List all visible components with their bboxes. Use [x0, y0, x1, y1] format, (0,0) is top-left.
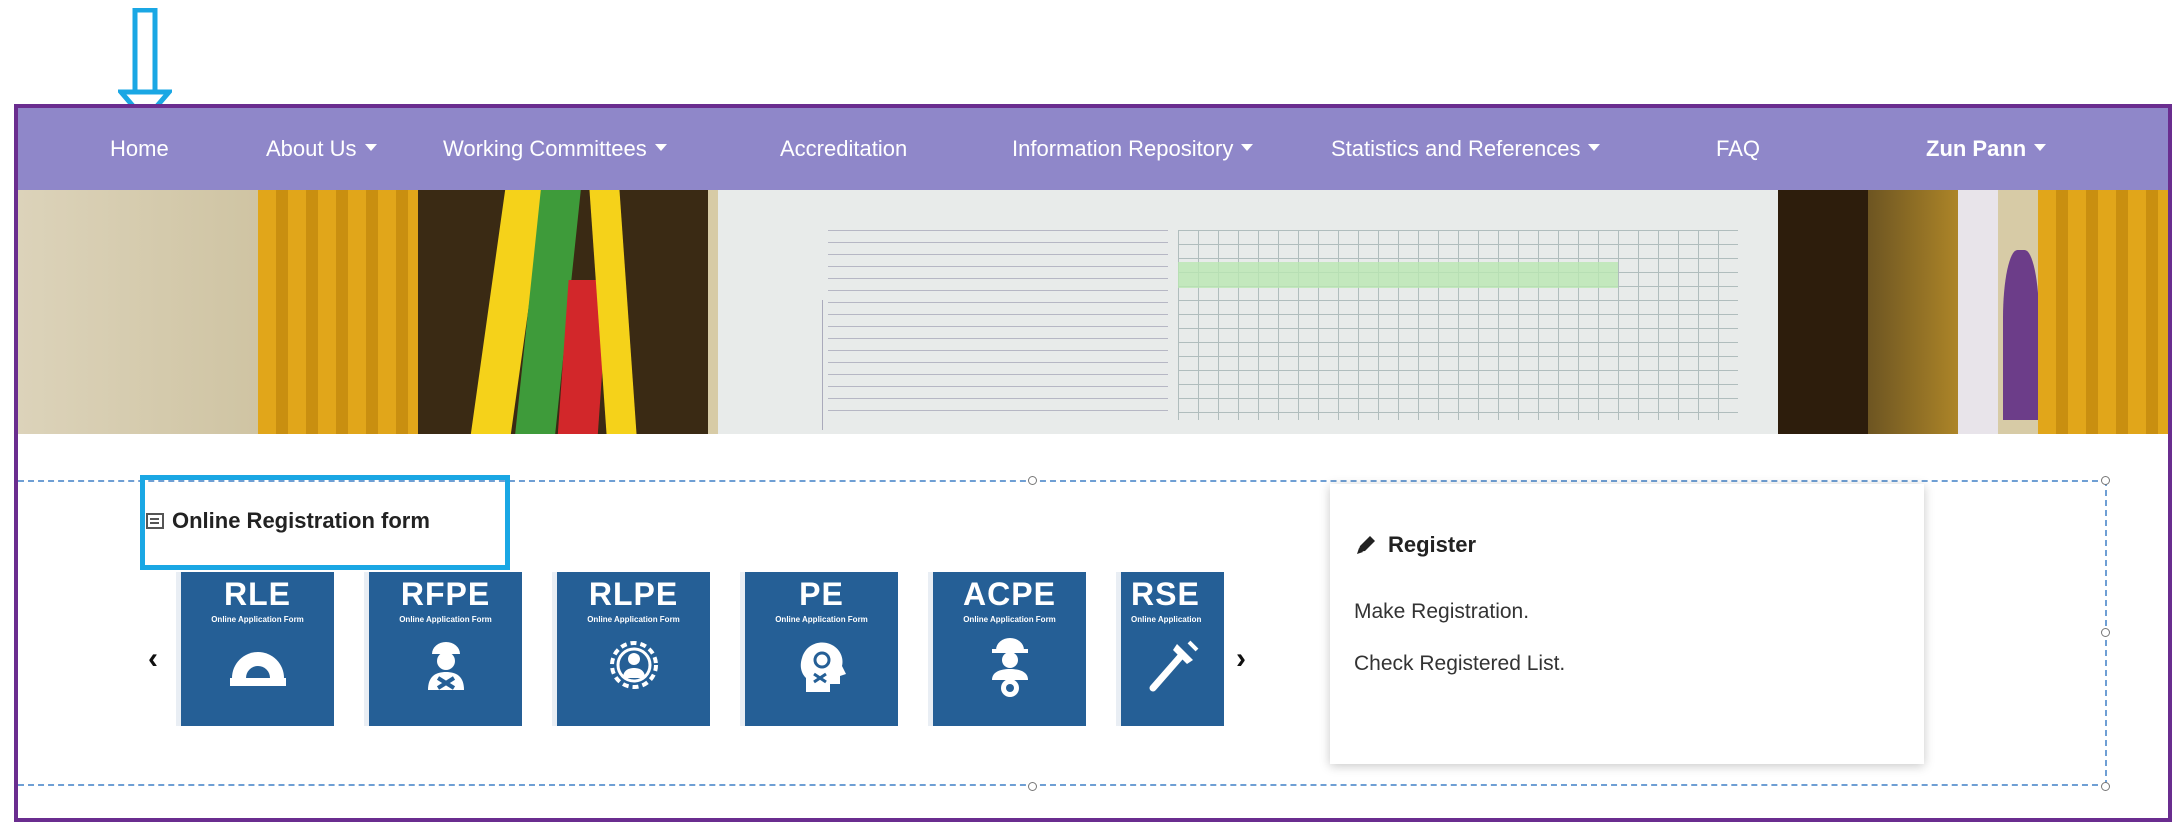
- caret-down-icon: [1588, 143, 1601, 151]
- banner-curtain-right: [2038, 190, 2168, 434]
- nav-working-committees[interactable]: Working Committees: [443, 108, 667, 190]
- nav-accreditation-label: Accreditation: [780, 136, 908, 161]
- annotation-highlight-box: [140, 475, 510, 570]
- card-abbr: PE: [799, 576, 844, 612]
- nav-statistics-label: Statistics and References: [1331, 136, 1581, 161]
- card-abbr: RSE: [1131, 576, 1200, 612]
- card-rlpe[interactable]: RLPE Online Application Form: [552, 572, 710, 726]
- flag-white: [1958, 190, 1998, 434]
- head-gears-icon: [800, 642, 846, 692]
- page-frame: Home About Us Working Committees Accredi…: [14, 104, 2172, 822]
- banner-table-text: [828, 230, 1168, 420]
- register-panel-heading: Register: [1354, 532, 1476, 558]
- resize-handle[interactable]: [1028, 476, 1037, 485]
- card-subtitle: Online Application Form: [211, 615, 304, 624]
- hardhat-worker-icon: [991, 638, 1028, 697]
- card-acpe[interactable]: ACPE Online Application Form: [928, 572, 1086, 726]
- carousel-prev-button[interactable]: ‹: [148, 642, 158, 676]
- pencil-icon: [1357, 536, 1375, 554]
- gear-person-icon: [609, 641, 658, 689]
- card-rle[interactable]: RLE Online Application Form: [176, 572, 334, 726]
- nav-home[interactable]: Home: [110, 108, 169, 190]
- chevron-left-icon: ‹: [148, 642, 158, 675]
- nav-committees-label: Working Committees: [443, 136, 647, 161]
- nav-repository-label: Information Repository: [1012, 136, 1234, 161]
- engineer-tools-icon: [427, 642, 464, 690]
- card-abbr: ACPE: [963, 576, 1056, 612]
- nav-faq[interactable]: FAQ: [1716, 108, 1760, 190]
- card-rse[interactable]: RSE Online Application: [1116, 572, 1224, 726]
- card-subtitle: Online Application Form: [775, 615, 868, 624]
- nav-statistics-references[interactable]: Statistics and References: [1331, 108, 1601, 190]
- hero-banner: [18, 190, 2168, 434]
- nav-home-label: Home: [110, 136, 169, 161]
- resize-handle[interactable]: [2101, 476, 2110, 485]
- banner-table-left: [742, 300, 823, 430]
- check-registered-list-link[interactable]: Check Registered List.: [1354, 652, 1565, 676]
- card-pe[interactable]: PE Online Application Form: [740, 572, 898, 726]
- card-abbr: RFPE: [400, 576, 491, 612]
- caret-down-icon: [654, 143, 667, 151]
- banner-curtain-left: [258, 190, 418, 434]
- nav-faq-label: FAQ: [1716, 136, 1761, 161]
- nav-information-repository[interactable]: Information Repository: [1012, 108, 1254, 190]
- nav-user-menu[interactable]: Zun Pann: [1926, 108, 2047, 190]
- banner-projection-screen: [718, 190, 1778, 434]
- main-navbar: Home About Us Working Committees Accredi…: [18, 108, 2168, 190]
- card-abbr: RLE: [224, 576, 291, 612]
- register-panel-title: Register: [1388, 532, 1477, 557]
- banner-stage-right: [1778, 190, 1868, 434]
- resize-handle[interactable]: [2101, 782, 2110, 791]
- card-subtitle: Online Application Form: [399, 615, 492, 624]
- nav-user-label: Zun Pann: [1926, 136, 2027, 161]
- wrench-screwdriver-icon: [1149, 640, 1198, 692]
- banner-wall: [18, 190, 258, 434]
- carousel-next-button[interactable]: ›: [1236, 642, 1246, 676]
- make-registration-link[interactable]: Make Registration.: [1354, 600, 1529, 624]
- card-subtitle: Online Application Form: [963, 615, 1056, 624]
- chevron-right-icon: ›: [1236, 642, 1246, 675]
- protractor-icon: [229, 652, 286, 686]
- caret-down-icon: [2034, 143, 2047, 151]
- resize-handle[interactable]: [2101, 628, 2110, 637]
- resize-handle[interactable]: [1028, 782, 1037, 791]
- card-subtitle: Online Application Form: [587, 615, 680, 624]
- nav-about-us[interactable]: About Us: [266, 108, 377, 190]
- card-abbr: RLPE: [588, 576, 679, 612]
- register-panel: Register Make Registration. Check Regist…: [1330, 484, 1924, 764]
- flag-emblem: [2003, 250, 2039, 420]
- banner-table-green-row: [1178, 262, 1618, 288]
- caret-down-icon: [1241, 143, 1254, 151]
- caret-down-icon: [364, 143, 377, 151]
- nav-about-label: About Us: [266, 136, 357, 161]
- nav-accreditation[interactable]: Accreditation: [780, 108, 907, 190]
- card-rfpe[interactable]: RFPE Online Application Form: [364, 572, 522, 726]
- banner-table-grid: [1178, 230, 1738, 420]
- card-subtitle: Online Application: [1131, 615, 1202, 624]
